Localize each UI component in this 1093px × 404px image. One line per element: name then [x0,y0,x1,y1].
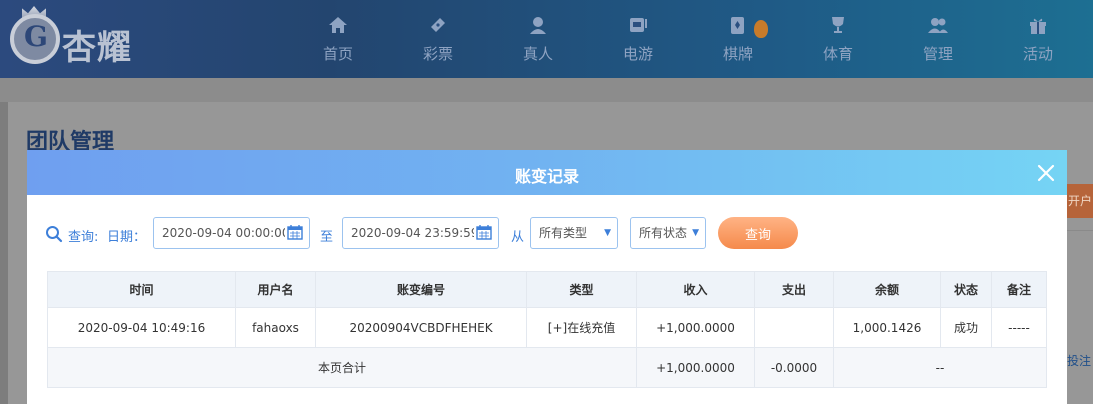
home-icon [329,17,347,33]
gift-icon [1030,18,1046,34]
nav-label: 真人 [522,45,553,63]
type-select[interactable]: 所有类型 ▼ [530,217,618,249]
query-label: 查询: [68,230,99,245]
total-income: +1,000.0000 [636,347,755,388]
main-nav: 首页 彩票 真人 电游 棋牌 体育 管理 活动 [288,0,1088,78]
slot-icon [630,18,647,32]
users-icon [928,18,948,33]
nav-label: 电游 [622,45,653,63]
nav-label: 活动 [1022,45,1053,63]
nav-item-manage[interactable]: 管理 [888,0,988,78]
total-balance: -- [833,347,1047,388]
total-row: 本页合计 +1,000.0000 -0.0000 -- [47,347,1047,388]
date-label: 日期： [107,230,147,245]
cell-balance: 1,000.1426 [833,307,941,348]
ticket-icon [431,18,445,32]
column-header: 支出 [754,271,834,308]
nav-item-home[interactable]: 首页 [288,0,388,78]
total-label: 本页合计 [47,347,637,388]
brand-logo[interactable]: 杏耀 [8,6,158,70]
from-label: 从 [511,230,525,245]
dealer-icon [530,17,546,34]
column-header: 时间 [47,271,236,308]
nav-label: 首页 [322,45,353,63]
page-strip [0,78,1093,102]
table-header-row: 时间 用户名 账变编号 类型 收入 支出 余额 状态 备注 [47,271,1047,308]
modal-header: 账变记录 [27,150,1067,195]
cell-record-id: 20200904VCBDFHEHEK [315,307,527,348]
modal-title: 账变记录 [514,167,579,186]
query-button[interactable]: 查询 [718,217,798,249]
cell-remark: ----- [991,307,1047,348]
close-icon[interactable] [1035,162,1057,184]
account-change-modal: 账变记录 查询: 日期： 至 从 所有类型 ▼ [27,150,1067,404]
column-header: 类型 [526,271,637,308]
logo-emblem [10,14,60,64]
nav-item-lottery[interactable]: 彩票 [388,0,488,78]
cell-username: fahaoxs [235,307,316,348]
search-bar: 查询: 日期： 至 从 所有类型 ▼ 所有状态 ▼ 查询 [27,216,1067,250]
nav-label: 棋牌 [722,45,753,63]
cell-status: 成功 [940,307,992,348]
status-select[interactable]: 所有状态 ▼ [630,217,706,249]
bet-link: 投注 [1067,354,1092,368]
divider [1066,230,1093,231]
cell-type: [+]在线充值 [526,307,637,348]
total-expense: -0.0000 [754,347,834,388]
column-header: 备注 [991,271,1047,308]
nav-item-live[interactable]: 真人 [488,0,588,78]
cell-income: +1,000.0000 [636,307,755,348]
trophy-icon [832,17,844,33]
nav-item-sports[interactable]: 体育 [788,0,888,78]
nav-label: 体育 [822,45,853,63]
type-select-value: 所有类型 [539,226,588,240]
column-header: 收入 [636,271,755,308]
column-header: 用户名 [235,271,316,308]
cell-expense [754,307,834,348]
column-header: 账变编号 [315,271,527,308]
cell-time: 2020-09-04 10:49:16 [47,307,236,348]
column-header: 状态 [940,271,992,308]
open-account-button: 开户 [1066,184,1093,218]
nav-label: 管理 [922,45,953,63]
nav-item-events[interactable]: 活动 [988,0,1088,78]
page-left-edge [0,102,8,404]
hot-badge-icon [754,20,768,38]
caret-down-icon: ▼ [604,228,611,238]
status-select-value: 所有状态 [639,226,688,240]
records-table: 时间 用户名 账变编号 类型 收入 支出 余额 状态 备注 2020-09-04… [47,271,1047,388]
cards-icon [731,17,744,34]
caret-down-icon: ▼ [692,228,699,238]
brand-name: 杏耀 [62,28,132,68]
calendar-icon[interactable] [476,224,492,240]
nav-label: 彩票 [422,45,453,63]
search-icon [46,226,63,243]
top-nav-bar: 杏耀 首页 彩票 真人 电游 棋牌 体育 管理 [0,0,1093,78]
column-header: 余额 [833,271,941,308]
nav-item-slots[interactable]: 电游 [588,0,688,78]
to-label: 至 [320,230,334,245]
nav-item-chess[interactable]: 棋牌 [688,0,788,78]
table-row: 2020-09-04 10:49:16 fahaoxs 20200904VCBD… [47,307,1047,348]
calendar-icon[interactable] [287,224,303,240]
